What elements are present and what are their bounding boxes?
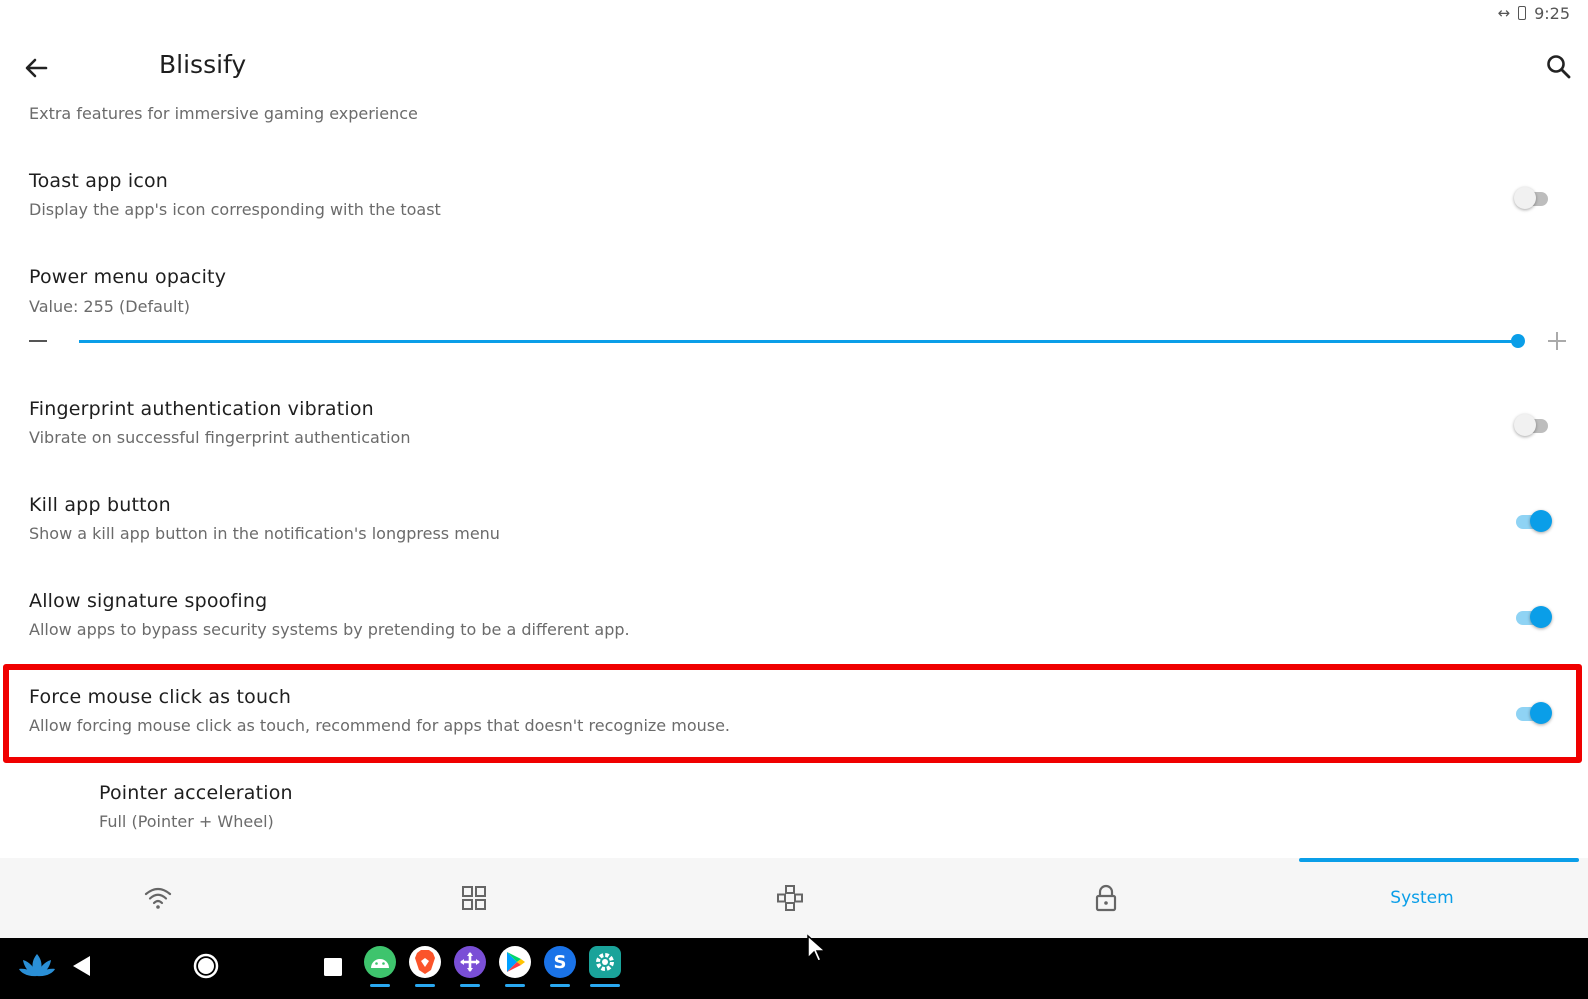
taskbar-app-android[interactable] (364, 946, 396, 987)
taskbar-app-move[interactable] (454, 946, 486, 987)
section-description: Extra features for immersive gaming expe… (29, 104, 418, 123)
setting-force-mouse-click[interactable]: Force mouse click as touch Allow forcing… (0, 686, 1588, 746)
search-button[interactable] (1544, 52, 1574, 82)
fingerprint-vibration-switch[interactable] (1514, 410, 1550, 440)
recents-square-icon (324, 958, 342, 976)
setting-title: Power menu opacity (29, 266, 227, 288)
gamepad-icon (777, 885, 803, 911)
taskbar-app-play-store[interactable] (499, 946, 531, 987)
bottom-navigation: System (0, 858, 1588, 938)
start-menu-button[interactable] (18, 952, 56, 982)
status-bar: ↔ 9:25 (1497, 0, 1570, 26)
play-store-icon (499, 946, 531, 978)
toast-app-icon-switch[interactable] (1514, 183, 1550, 213)
arrow-left-icon (25, 58, 48, 78)
tab-system-label: System (1390, 888, 1454, 908)
lock-icon (1095, 884, 1117, 912)
setting-summary: Allow apps to bypass security systems by… (29, 620, 630, 639)
setting-pointer-acceleration[interactable]: Pointer acceleration Full (Pointer + Whe… (0, 782, 1588, 842)
taskbar: S (0, 938, 1588, 999)
setting-title: Fingerprint authentication vibration (29, 398, 374, 420)
link-icon: ↔ (1497, 4, 1511, 22)
tab-system[interactable]: System (1264, 858, 1580, 938)
setting-title: Kill app button (29, 494, 171, 516)
kill-app-button-switch[interactable] (1514, 506, 1552, 536)
nav-back-button[interactable] (70, 954, 92, 982)
setting-summary: Full (Pointer + Wheel) (99, 812, 274, 831)
app-bar: Blissify (0, 40, 1588, 96)
tab-gaming[interactable] (632, 858, 948, 938)
setting-summary: Allow forcing mouse click as touch, reco… (29, 716, 731, 735)
setting-title: Pointer acceleration (99, 782, 293, 804)
brave-browser-icon (409, 946, 441, 978)
nav-home-button[interactable] (192, 952, 220, 984)
wifi-icon (144, 887, 172, 909)
power-menu-opacity-slider[interactable] (79, 340, 1517, 343)
setting-power-menu-opacity: Power menu opacity Value: 255 (Default) (0, 266, 1588, 316)
slider-decrease-button[interactable] (29, 340, 47, 342)
taskbar-app-settings[interactable] (589, 946, 621, 987)
tab-security[interactable] (948, 858, 1264, 938)
taskbar-app-brave[interactable] (409, 946, 441, 987)
setting-summary: Vibrate on successful fingerprint authen… (29, 428, 411, 447)
nav-recents-button[interactable] (322, 956, 344, 982)
tab-network[interactable] (0, 858, 316, 938)
setting-title: Force mouse click as touch (29, 686, 292, 708)
battery-icon (1518, 6, 1527, 20)
setting-signature-spoofing[interactable]: Allow signature spoofing Allow apps to b… (0, 590, 1588, 650)
home-circle-icon (193, 953, 219, 979)
setting-summary: Show a kill app button in the notificati… (29, 524, 500, 543)
back-button[interactable] (20, 52, 52, 84)
back-triangle-icon (73, 956, 90, 976)
setting-toast-app-icon[interactable]: Toast app icon Display the app's icon co… (0, 170, 1588, 230)
slider-increase-button[interactable] (1548, 332, 1566, 350)
setting-summary: Display the app's icon corresponding wit… (29, 200, 441, 219)
slider-value-text: Value: 255 (Default) (29, 297, 190, 316)
s-app-icon: S (544, 946, 576, 978)
clock: 9:25 (1534, 3, 1570, 23)
page-title: Blissify (159, 50, 247, 79)
android-app-icon (364, 946, 396, 978)
grid-icon (462, 886, 486, 910)
search-icon (1547, 55, 1571, 79)
setting-fingerprint-vibration[interactable]: Fingerprint authentication vibration Vib… (0, 398, 1588, 458)
tab-apps[interactable] (316, 858, 632, 938)
taskbar-app-s[interactable]: S (544, 946, 576, 987)
force-mouse-click-switch[interactable] (1514, 698, 1552, 728)
setting-title: Toast app icon (29, 170, 169, 192)
slider-thumb[interactable] (1511, 334, 1525, 348)
settings-app-icon (589, 946, 621, 978)
setting-kill-app-button[interactable]: Kill app button Show a kill app button i… (0, 494, 1588, 554)
setting-title: Allow signature spoofing (29, 590, 268, 612)
signature-spoofing-switch[interactable] (1514, 602, 1552, 632)
lotus-icon (19, 954, 55, 977)
move-app-icon (454, 946, 486, 978)
